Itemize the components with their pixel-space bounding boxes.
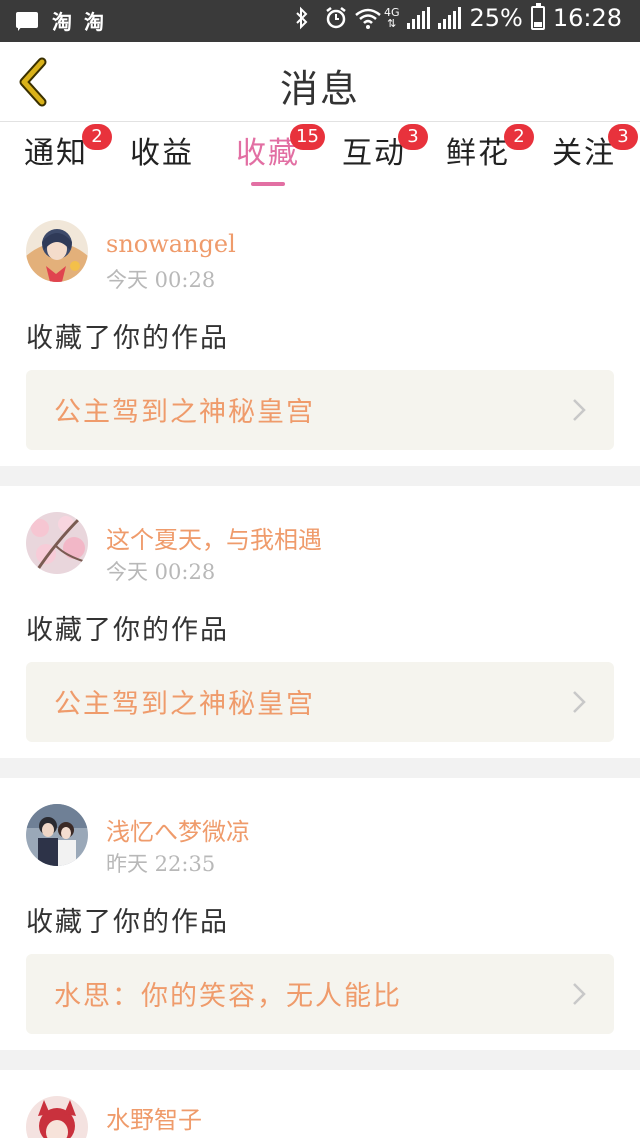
message-time: 今天 00:28 (106, 268, 216, 292)
action-text: 收藏了你的作品 (26, 323, 229, 354)
avatar[interactable] (26, 220, 88, 282)
tab-interactions[interactable]: 互动 3 (342, 124, 428, 194)
avatar[interactable] (26, 1096, 88, 1138)
message-time: 昨天 22:35 (106, 852, 216, 876)
category-tabs: 通知 2 收益 收藏 15 互动 3 鲜花 2 关注 3 (0, 122, 640, 200)
list-item[interactable]: snowangel 今天 00:28 收藏了你的作品 公主驾到之神秘皇宫 (0, 200, 640, 466)
work-link-card[interactable]: 公主驾到之神秘皇宫 (26, 662, 614, 742)
chevron-right-icon (573, 399, 586, 421)
battery-percentage: 25% (469, 4, 523, 32)
alarm-icon (324, 6, 346, 30)
sender-name[interactable]: 浅忆へ梦微凉 (106, 812, 250, 847)
avatar[interactable] (26, 512, 88, 574)
work-title: 水思：你的笑容，无人能比 (54, 981, 402, 1012)
battery-icon (530, 3, 545, 30)
taobao-notification-icon: 淘 (52, 10, 72, 34)
tab-following[interactable]: 关注 3 (552, 124, 638, 194)
message-time: 今天 00:28 (106, 560, 216, 584)
unread-count-badge: 2 (504, 124, 534, 150)
list-separator (0, 466, 640, 486)
work-title: 公主驾到之神秘皇宫 (54, 689, 315, 720)
tab-label: 关注 (552, 136, 616, 171)
tab-label: 互动 (342, 136, 406, 171)
status-bar: 淘 淘 4G ⇅ 25% 16:28 (0, 0, 640, 42)
unread-count-badge: 3 (608, 124, 638, 150)
header-bar: 消息 (0, 42, 640, 122)
list-item[interactable]: 这个夏天，与我相遇 今天 00:28 收藏了你的作品 公主驾到之神秘皇宫 (0, 486, 640, 758)
message-notification-icon (14, 10, 40, 32)
list-item[interactable]: 水野智子 (0, 1070, 640, 1138)
list-separator (0, 758, 640, 778)
work-link-card[interactable]: 水思：你的笑容，无人能比 (26, 954, 614, 1034)
unread-count-badge: 3 (398, 124, 428, 150)
tab-label: 通知 (24, 136, 88, 171)
unread-count-badge: 2 (82, 124, 112, 150)
tab-flowers[interactable]: 鲜花 2 (446, 124, 534, 194)
tab-notifications[interactable]: 通知 2 (24, 124, 112, 194)
sender-name[interactable]: 水野智子 (106, 1100, 202, 1135)
signal-strength-icon (407, 7, 431, 29)
list-separator (0, 1050, 640, 1070)
clock: 16:28 (552, 4, 622, 32)
sender-name[interactable]: 这个夏天，与我相遇 (106, 520, 322, 555)
work-title: 公主驾到之神秘皇宫 (54, 397, 315, 428)
avatar[interactable] (26, 804, 88, 866)
chevron-right-icon (573, 983, 586, 1005)
work-link-card[interactable]: 公主驾到之神秘皇宫 (26, 370, 614, 450)
action-text: 收藏了你的作品 (26, 615, 229, 646)
action-text: 收藏了你的作品 (26, 907, 229, 938)
tab-label: 收益 (130, 136, 194, 171)
list-item[interactable]: 浅忆へ梦微凉 昨天 22:35 收藏了你的作品 水思：你的笑容，无人能比 (0, 778, 640, 1050)
active-tab-indicator (251, 182, 285, 186)
status-bar-left: 淘 淘 (14, 6, 104, 35)
tab-favorites[interactable]: 收藏 15 (236, 124, 325, 194)
sender-name[interactable]: snowangel (106, 230, 236, 258)
unread-count-badge: 15 (290, 124, 325, 150)
wifi-icon (354, 6, 381, 30)
tab-label: 鲜花 (446, 136, 510, 171)
bluetooth-icon (294, 6, 316, 30)
page-title: 消息 (279, 67, 360, 111)
signal-strength-icon (438, 7, 462, 29)
status-bar-right: 4G ⇅ 25% 16:28 (294, 3, 622, 32)
taobao-notification-icon: 淘 (84, 10, 104, 34)
network-type-indicator: 4G ⇅ (383, 6, 400, 30)
tab-earnings[interactable]: 收益 (130, 134, 194, 194)
chevron-right-icon (573, 691, 586, 713)
